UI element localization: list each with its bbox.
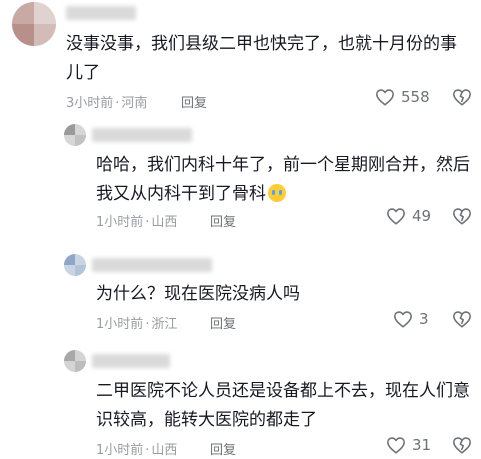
avatar-blur-block	[64, 254, 75, 265]
dislike-button[interactable]	[452, 88, 472, 106]
avatar[interactable]	[64, 254, 86, 276]
reply-button[interactable]: 回复	[181, 92, 207, 111]
username[interactable]	[66, 6, 136, 20]
broken-heart-icon	[452, 88, 472, 106]
like-count: 3	[419, 310, 429, 328]
like-count: 49	[412, 207, 432, 225]
avatar-blur-block	[64, 350, 75, 361]
dislike-button[interactable]	[452, 207, 472, 225]
comment-text: 哈哈，我们内科十年了，前一个星期刚合并，然后我又从内科干到了骨科	[96, 151, 471, 209]
comment-text: 没事没事，我们县级二甲也快完了，也就十月份的事儿了	[66, 34, 457, 83]
comment-meta: 3小时前 · 河南	[66, 96, 148, 111]
comment-location: 山西	[151, 215, 178, 230]
broken-heart-icon	[452, 310, 472, 328]
like-button[interactable]: 558	[375, 88, 430, 106]
broken-heart-icon	[452, 207, 472, 225]
comment-meta: 1小时前 · 山西	[96, 215, 178, 230]
avatar-blur-block	[75, 265, 86, 276]
comment-meta: 1小时前 · 山西	[96, 443, 178, 458]
like-button[interactable]: 49	[386, 207, 431, 225]
avatar[interactable]	[64, 350, 86, 372]
dislike-button[interactable]	[452, 310, 472, 328]
reply-button[interactable]: 回复	[210, 439, 236, 458]
comment-meta: 1小时前 · 浙江	[96, 317, 178, 332]
avatar-blur-block	[34, 2, 56, 24]
comment-time: 1小时前	[96, 443, 144, 458]
avatar[interactable]	[12, 2, 56, 46]
heart-outline-icon	[386, 436, 406, 454]
comment-text: 二甲医院不论人员还是设备都上不去，现在人们意识较高，能转大医院的都走了	[96, 381, 470, 430]
comment-location: 山西	[151, 443, 178, 458]
username[interactable]	[92, 354, 170, 368]
comment-time: 1小时前	[96, 215, 144, 230]
heart-outline-icon	[375, 88, 395, 106]
comment-time: 1小时前	[96, 317, 144, 332]
comment-location: 浙江	[151, 317, 178, 332]
avatar-blur-block	[64, 124, 75, 135]
avatar-blur-block	[12, 24, 34, 46]
avatar-blur-block	[12, 2, 34, 24]
dislike-button[interactable]	[452, 436, 472, 454]
heart-outline-icon	[393, 310, 413, 328]
like-button[interactable]: 31	[386, 436, 431, 454]
crying-face-icon	[268, 184, 286, 202]
comment-time: 3小时前	[66, 96, 114, 111]
like-count: 558	[401, 88, 430, 106]
broken-heart-icon	[452, 436, 472, 454]
username[interactable]	[92, 128, 192, 142]
comment-text: 为什么？现在医院没病人吗	[96, 284, 300, 304]
avatar-blur-block	[75, 361, 86, 372]
avatar-blur-block	[75, 135, 86, 146]
avatar[interactable]	[64, 124, 86, 146]
username[interactable]	[92, 258, 212, 272]
like-button[interactable]: 3	[393, 310, 429, 328]
comment-location: 河南	[121, 96, 148, 111]
reply-button[interactable]: 回复	[210, 313, 236, 332]
reply-button[interactable]: 回复	[210, 211, 236, 230]
avatar-blur-block	[34, 24, 56, 46]
heart-outline-icon	[386, 207, 406, 225]
like-count: 31	[412, 436, 432, 454]
